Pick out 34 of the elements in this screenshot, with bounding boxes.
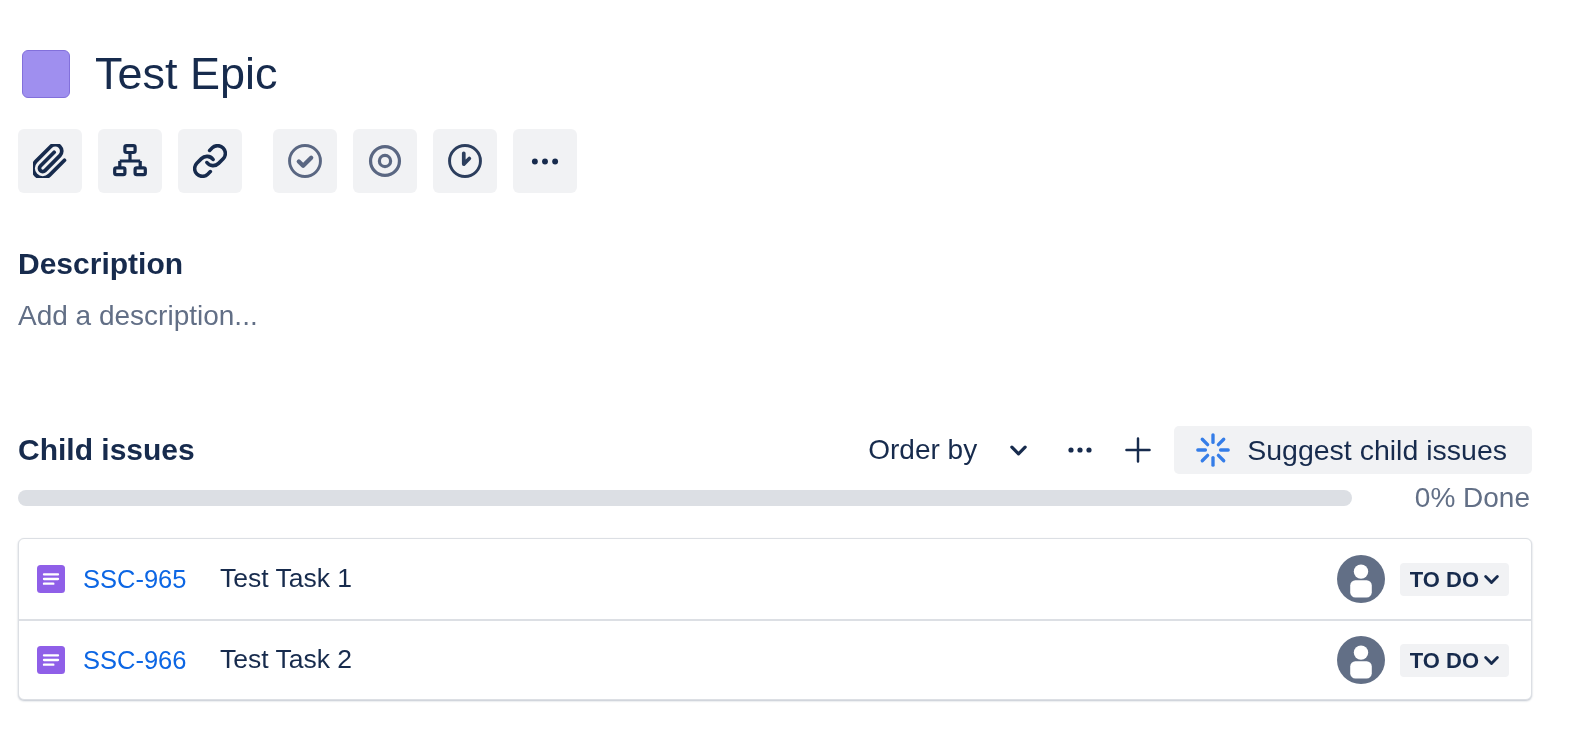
section-heading: Child issues bbox=[18, 432, 195, 468]
issue-title[interactable]: Test Epic bbox=[95, 50, 278, 98]
plus-icon bbox=[1125, 437, 1152, 463]
sparkle-icon bbox=[1196, 433, 1231, 467]
text-lines-icon bbox=[37, 565, 65, 593]
user-avatar-icon bbox=[1336, 636, 1385, 684]
check-circle-icon bbox=[288, 144, 322, 178]
issue-key-link[interactable]: SSC-966 bbox=[83, 645, 187, 674]
link-icon bbox=[193, 144, 227, 178]
text-lines-icon bbox=[37, 646, 65, 674]
issue-row[interactable]: SSC-965 Test Task 1 TO DO bbox=[19, 539, 1531, 619]
paperclip-icon bbox=[33, 144, 67, 178]
clock-icon bbox=[448, 144, 482, 178]
toolbar-button[interactable] bbox=[433, 129, 497, 193]
description-placeholder[interactable]: Add a description... bbox=[18, 299, 258, 333]
section-heading: Description bbox=[18, 246, 184, 282]
status-dropdown[interactable]: TO DO bbox=[1399, 562, 1509, 596]
hierarchy-icon bbox=[113, 144, 147, 178]
order-by-dropdown[interactable]: Order by bbox=[860, 433, 1036, 467]
progress-label: 0% Done bbox=[1414, 481, 1530, 515]
suggest-button[interactable]: Suggest child issues bbox=[1174, 426, 1532, 474]
issue-key-link[interactable]: SSC-965 bbox=[83, 564, 187, 593]
issue-row[interactable]: SSC-966 Test Task 2 TO DO bbox=[19, 619, 1531, 699]
issue-summary: Test Task 2 bbox=[220, 643, 353, 677]
epic-square-icon bbox=[22, 50, 70, 98]
user-avatar-icon bbox=[1336, 555, 1385, 603]
more-icon bbox=[1068, 447, 1093, 453]
toolbar-button[interactable] bbox=[98, 129, 162, 193]
issue-summary: Test Task 1 bbox=[220, 562, 353, 596]
toolbar-button[interactable] bbox=[18, 129, 82, 193]
more-icon bbox=[529, 156, 561, 166]
status-dropdown[interactable]: TO DO bbox=[1399, 643, 1509, 677]
toolbar-button[interactable] bbox=[178, 129, 242, 193]
target-icon bbox=[368, 144, 402, 178]
